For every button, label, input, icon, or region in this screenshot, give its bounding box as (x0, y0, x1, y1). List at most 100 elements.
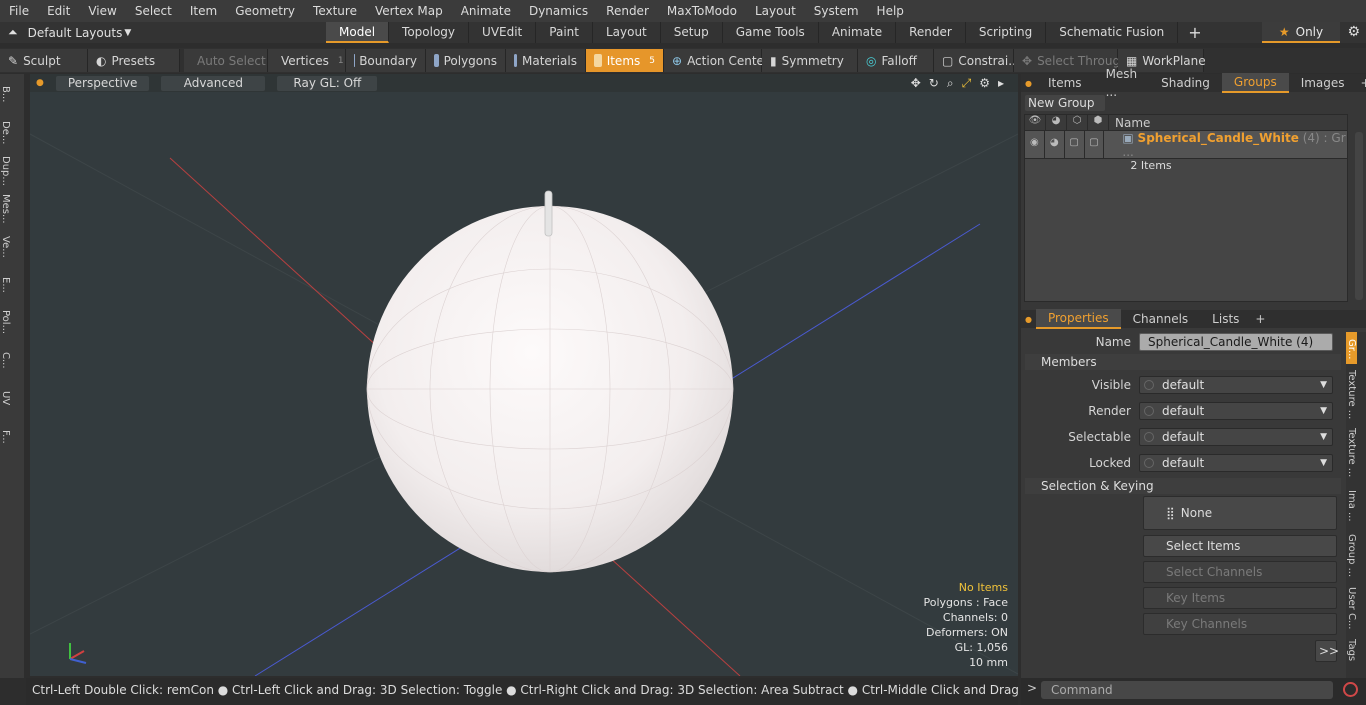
left-tab-basic[interactable]: B... (0, 74, 11, 112)
polygons-button[interactable]: Polygons (426, 49, 506, 72)
menu-geometry[interactable]: Geometry (226, 0, 304, 22)
name-input[interactable]: Spherical_Candle_White (4) (1139, 333, 1333, 351)
groups-scrollbar[interactable] (1355, 132, 1363, 300)
falloff-button[interactable]: ◎ Falloff (858, 49, 934, 72)
perspective-button[interactable]: Perspective (55, 75, 150, 91)
column-name[interactable]: Name (1109, 116, 1150, 130)
advanced-button[interactable]: Advanced (161, 75, 266, 91)
left-tab-vertex[interactable]: Ve... (0, 226, 11, 264)
add-panel-tab-icon[interactable]: + (1357, 76, 1366, 90)
more-button[interactable]: >> (1315, 640, 1339, 662)
tab-paint[interactable]: Paint (536, 22, 593, 43)
render-icon[interactable]: ◕ (1046, 114, 1067, 131)
tab-lists[interactable]: Lists (1200, 310, 1251, 328)
left-tab-polygon[interactable]: Pol... (0, 302, 11, 340)
auto-select-button[interactable]: Auto Select (184, 49, 268, 72)
menu-edit[interactable]: Edit (38, 0, 79, 22)
key-items-button[interactable]: Key Items (1143, 587, 1337, 609)
row-eye-icon[interactable]: ◉ (1025, 131, 1045, 159)
tab-mesh[interactable]: Mesh ... (1094, 65, 1150, 101)
panel-menu-dot-icon[interactable]: ● (1021, 79, 1036, 88)
items-button[interactable]: Items 5 (586, 49, 664, 72)
tab-images[interactable]: Images (1289, 74, 1357, 92)
viewport-menu-dot-icon[interactable]: ● (36, 78, 44, 88)
props-menu-dot-icon[interactable]: ● (1021, 315, 1036, 324)
record-icon[interactable] (1343, 682, 1358, 697)
menu-dynamics[interactable]: Dynamics (520, 0, 597, 22)
menu-system[interactable]: System (805, 0, 868, 22)
tab-setup[interactable]: Setup (661, 22, 723, 43)
symmetry-button[interactable]: ▮ Symmetry (762, 49, 858, 72)
selectable-select[interactable]: default ▼ (1139, 428, 1333, 446)
tab-game-tools[interactable]: Game Tools (723, 22, 819, 43)
key-channels-button[interactable]: Key Channels (1143, 613, 1337, 635)
tab-properties[interactable]: Properties (1035, 309, 1121, 329)
select-channels-button[interactable]: Select Channels (1143, 561, 1337, 583)
tab-render[interactable]: Render (896, 22, 966, 43)
menu-maxtomodo[interactable]: MaxToModo (658, 0, 746, 22)
select-items-button[interactable]: Select Items (1143, 535, 1337, 557)
tab-uvedit[interactable]: UVEdit (469, 22, 537, 43)
left-tab-duplicate[interactable]: Dup... (0, 150, 11, 188)
select-cube-icon[interactable]: ⬡ (1067, 114, 1088, 131)
maximize-icon[interactable]: ⤢ (962, 76, 972, 91)
menu-render[interactable]: Render (597, 0, 658, 22)
selection-keying-section[interactable]: Selection & Keying (1025, 478, 1341, 494)
vtab-texture-1[interactable]: Texture ... (1346, 364, 1357, 422)
presets-button[interactable]: ◐ Presets (88, 49, 180, 72)
left-tab-curve[interactable]: C... (0, 340, 11, 378)
command-arrow-icon[interactable]: > (1027, 681, 1037, 695)
new-group-button[interactable]: New Group (1025, 95, 1105, 111)
add-props-tab-icon[interactable]: + (1251, 312, 1269, 326)
vtab-user-channels[interactable]: User C... (1346, 580, 1357, 634)
none-button[interactable]: ⣿ None (1143, 496, 1337, 530)
vtab-group[interactable]: Gr... (1346, 332, 1357, 364)
lock-cube-icon[interactable]: ⬢ (1088, 114, 1109, 131)
vtab-tags[interactable]: Tags (1346, 634, 1357, 664)
action-center-button[interactable]: ⊕ Action Center (664, 49, 769, 72)
tab-animate[interactable]: Animate (819, 22, 897, 43)
members-section[interactable]: Members (1025, 354, 1341, 370)
sculpt-button[interactable]: ✎ Sculpt (0, 49, 88, 72)
visibility-eye-icon[interactable]: 👁 (1025, 114, 1046, 131)
vtab-image[interactable]: Ima ... (1346, 480, 1357, 528)
menu-item[interactable]: Item (181, 0, 226, 22)
viewport-gear-icon[interactable]: ⚙ (979, 76, 990, 91)
left-tab-edge[interactable]: E... (0, 264, 11, 302)
left-tab-fusion[interactable]: F... (0, 416, 11, 454)
move-view-icon[interactable]: ✥ (911, 76, 921, 91)
menu-animate[interactable]: Animate (452, 0, 520, 22)
menu-file[interactable]: File (0, 0, 38, 22)
default-layouts-dropdown[interactable]: ⏶ Default Layouts ▼ (0, 22, 326, 43)
tab-shading[interactable]: Shading (1149, 74, 1222, 92)
render-select[interactable]: default ▼ (1139, 402, 1333, 420)
menu-vertex-map[interactable]: Vertex Map (366, 0, 452, 22)
materials-button[interactable]: Materials (506, 49, 586, 72)
3d-viewport[interactable]: ● Perspective Advanced Ray GL: Off ✥ ↻ ⌕… (30, 74, 1018, 676)
menu-select[interactable]: Select (126, 0, 181, 22)
command-input[interactable]: Command (1041, 681, 1333, 699)
zoom-view-icon[interactable]: ⌕ (947, 76, 954, 91)
left-tab-uv[interactable]: UV (0, 378, 11, 416)
expand-arrow-icon[interactable]: ▸ (998, 76, 1004, 91)
tab-model[interactable]: Model (326, 22, 390, 43)
menu-layout[interactable]: Layout (746, 0, 805, 22)
menu-view[interactable]: View (79, 0, 125, 22)
constraints-button[interactable]: ▢ Constrai... (934, 49, 1020, 72)
vtab-texture-2[interactable]: Texture ... (1346, 422, 1357, 480)
raygl-button[interactable]: Ray GL: Off (277, 75, 378, 91)
tab-schematic-fusion[interactable]: Schematic Fusion (1046, 22, 1179, 43)
tab-scripting[interactable]: Scripting (966, 22, 1047, 43)
rotate-view-icon[interactable]: ↻ (929, 76, 939, 91)
left-tab-mesh-edit[interactable]: Mes... (0, 188, 11, 226)
boundary-button[interactable]: Boundary (346, 49, 426, 72)
tab-items[interactable]: Items (1036, 74, 1094, 92)
only-toggle[interactable]: ★ Only (1262, 22, 1340, 43)
add-tab-plus-icon[interactable]: + (1178, 22, 1211, 43)
tab-layout[interactable]: Layout (593, 22, 661, 43)
vertices-button[interactable]: Vertices 1 (268, 49, 346, 72)
tab-topology[interactable]: Topology (389, 22, 470, 43)
tab-channels[interactable]: Channels (1121, 310, 1201, 328)
tab-groups[interactable]: Groups (1221, 73, 1289, 93)
locked-select[interactable]: default ▼ (1139, 454, 1333, 472)
